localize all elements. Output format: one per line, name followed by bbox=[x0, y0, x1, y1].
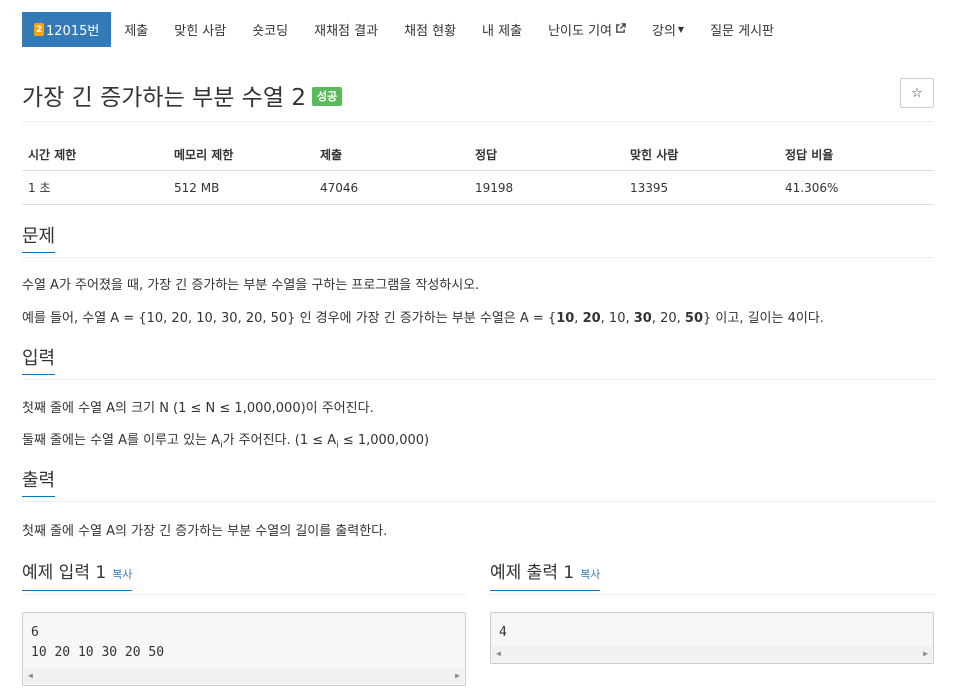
sample-input-box[interactable]: 6 10 20 10 30 20 50 ◀ ▶ bbox=[22, 612, 466, 686]
description-section-head: 문제 bbox=[22, 228, 934, 258]
status-badge: 성공 bbox=[311, 86, 343, 106]
td-time-limit: 1 초 bbox=[22, 170, 168, 205]
nav-submit[interactable]: 제출 bbox=[111, 12, 161, 47]
title-row: 가장 긴 증가하는 부분 수열 2 성공 ☆ bbox=[22, 78, 934, 122]
input-line-2: 둘째 줄에는 수열 A를 이루고 있는 Ai가 주어진다. (1 ≤ Ai ≤ … bbox=[22, 434, 429, 451]
description-heading: 문제 bbox=[22, 228, 56, 253]
sample-input-scrollbar[interactable]: ◀ ▶ bbox=[24, 668, 464, 684]
favorite-star-button[interactable]: ☆ bbox=[900, 78, 934, 108]
td-memory-limit: 512 MB bbox=[168, 170, 314, 205]
external-link-icon bbox=[615, 22, 626, 37]
sequence-part: 20 bbox=[582, 311, 601, 326]
output-heading: 출력 bbox=[22, 472, 56, 497]
th-memory-limit: 메모리 제한 bbox=[168, 140, 314, 171]
sample-output-box[interactable]: 4 ◀ ▶ bbox=[490, 612, 934, 664]
input-line-2-a: 둘째 줄에는 수열 A를 이루고 있는 A bbox=[22, 433, 221, 448]
nav-submit-label: 제출 bbox=[124, 24, 149, 39]
input-section-head: 입력 bbox=[22, 350, 934, 380]
problem-title: 가장 긴 증가하는 부분 수열 2 bbox=[22, 85, 306, 111]
info-header-row: 시간 제한 메모리 제한 제출 정답 맞힌 사람 정답 비율 bbox=[22, 140, 934, 171]
output-line-1: 첫째 줄에 수열 A의 가장 긴 증가하는 부분 수열의 길이를 출력한다. bbox=[22, 524, 388, 539]
th-accepted: 정답 bbox=[469, 140, 624, 171]
sample-output-head: 예제 출력 1 복사 bbox=[490, 565, 934, 595]
sequence-part: 30 bbox=[633, 311, 652, 326]
input-line-2-c: ≤ 1,000,000) bbox=[338, 433, 430, 448]
output-section-head: 출력 bbox=[22, 472, 934, 502]
description-line-2: 예를 들어, 수열 A = {10, 20, 10, 30, 20, 50} 인… bbox=[22, 312, 824, 325]
page-title: 가장 긴 증가하는 부분 수열 2 성공 bbox=[22, 78, 343, 112]
nav-rejudge-label: 재채점 결과 bbox=[314, 24, 379, 39]
td-solvers: 13395 bbox=[624, 170, 779, 205]
description-line-2-suffix: } 이고, 길이는 4이다. bbox=[703, 311, 824, 326]
input-line-2-b: 가 주어진다. (1 ≤ A bbox=[222, 433, 337, 448]
nav-status[interactable]: 채점 현황 bbox=[391, 12, 469, 47]
nav-solvers-label: 맞힌 사람 bbox=[174, 24, 227, 39]
sequence-part: , 20, bbox=[651, 311, 685, 326]
description-sequence: 10, 20, 10, 30, 20, 50 bbox=[556, 311, 703, 326]
nav-shortcoding[interactable]: 숏코딩 bbox=[239, 12, 301, 47]
description-line-1: 수열 A가 주어졌을 때, 가장 긴 증가하는 부분 수열을 구하는 프로그램을… bbox=[22, 278, 480, 293]
star-icon: ☆ bbox=[911, 85, 923, 101]
nav-difficulty-label: 난이도 기여 bbox=[548, 24, 612, 39]
info-value-row: 1 초 512 MB 47046 19198 13395 41.306% bbox=[22, 170, 934, 205]
nav-rejudge[interactable]: 재채점 결과 bbox=[301, 12, 391, 47]
sample-input-heading: 예제 입력 1 복사 bbox=[22, 563, 133, 591]
nav-difficulty[interactable]: 난이도 기여 bbox=[535, 12, 639, 47]
sequence-part: , bbox=[574, 311, 583, 326]
nav-lecture-label: 강의 bbox=[652, 24, 676, 39]
sample-output-title: 예제 출력 1 bbox=[490, 563, 575, 583]
copy-input-button[interactable]: 복사 bbox=[112, 568, 132, 581]
nav-my-submissions-label: 내 제출 bbox=[482, 24, 523, 39]
copy-output-button[interactable]: 복사 bbox=[580, 568, 600, 581]
input-heading: 입력 bbox=[22, 350, 56, 375]
sequence-part: , 10, bbox=[600, 311, 634, 326]
sample-output-code: 4 bbox=[499, 625, 507, 640]
problem-number-label: 12015번 bbox=[46, 24, 100, 39]
nav-my-submissions[interactable]: 내 제출 bbox=[469, 12, 535, 47]
scroll-right-icon[interactable]: ▶ bbox=[923, 649, 928, 658]
td-submissions: 47046 bbox=[314, 170, 469, 205]
scroll-right-icon[interactable]: ▶ bbox=[455, 671, 460, 680]
sequence-part: 10 bbox=[556, 311, 575, 326]
sample-output-scrollbar[interactable]: ◀ ▶ bbox=[492, 646, 932, 662]
sample-output-heading: 예제 출력 1 복사 bbox=[490, 563, 601, 591]
td-accepted: 19198 bbox=[469, 170, 624, 205]
nav-status-label: 채점 현황 bbox=[404, 24, 457, 39]
sample-input-code: 6 10 20 10 30 20 50 bbox=[31, 625, 165, 660]
problem-nav: 2 12015번 제출 맞힌 사람 숏코딩 재채점 결과 채점 현황 내 제출 … bbox=[22, 12, 787, 47]
nav-shortcoding-label: 숏코딩 bbox=[252, 24, 289, 39]
nav-qna[interactable]: 질문 게시판 bbox=[697, 12, 787, 47]
scroll-left-icon[interactable]: ◀ bbox=[28, 671, 33, 680]
caret-down-icon: ▼ bbox=[677, 25, 685, 34]
th-solvers: 맞힌 사람 bbox=[624, 140, 779, 171]
problem-page: 2 12015번 제출 맞힌 사람 숏코딩 재채점 결과 채점 현황 내 제출 … bbox=[0, 0, 954, 694]
th-submissions: 제출 bbox=[314, 140, 469, 171]
nav-solvers[interactable]: 맞힌 사람 bbox=[161, 12, 239, 47]
th-ratio: 정답 비율 bbox=[779, 140, 934, 171]
sample-input-head: 예제 입력 1 복사 bbox=[22, 565, 466, 595]
sample-input-title: 예제 입력 1 bbox=[22, 563, 107, 583]
input-line-1: 첫째 줄에 수열 A의 크기 N (1 ≤ N ≤ 1,000,000)이 주어… bbox=[22, 401, 374, 416]
nav-lecture[interactable]: 강의 ▼ bbox=[639, 12, 697, 47]
description-line-2-prefix: 예를 들어, 수열 A = {10, 20, 10, 30, 20, 50} 인… bbox=[22, 311, 557, 326]
nav-problem-number[interactable]: 2 12015번 bbox=[22, 12, 112, 47]
td-ratio: 41.306% bbox=[779, 170, 934, 205]
problem-info-table: 시간 제한 메모리 제한 제출 정답 맞힌 사람 정답 비율 1 초 512 M… bbox=[22, 140, 934, 205]
scroll-left-icon[interactable]: ◀ bbox=[496, 649, 501, 658]
nav-qna-label: 질문 게시판 bbox=[710, 24, 775, 39]
medal-icon: 2 bbox=[34, 23, 44, 36]
sequence-part: 50 bbox=[684, 311, 703, 326]
th-time-limit: 시간 제한 bbox=[22, 140, 168, 171]
